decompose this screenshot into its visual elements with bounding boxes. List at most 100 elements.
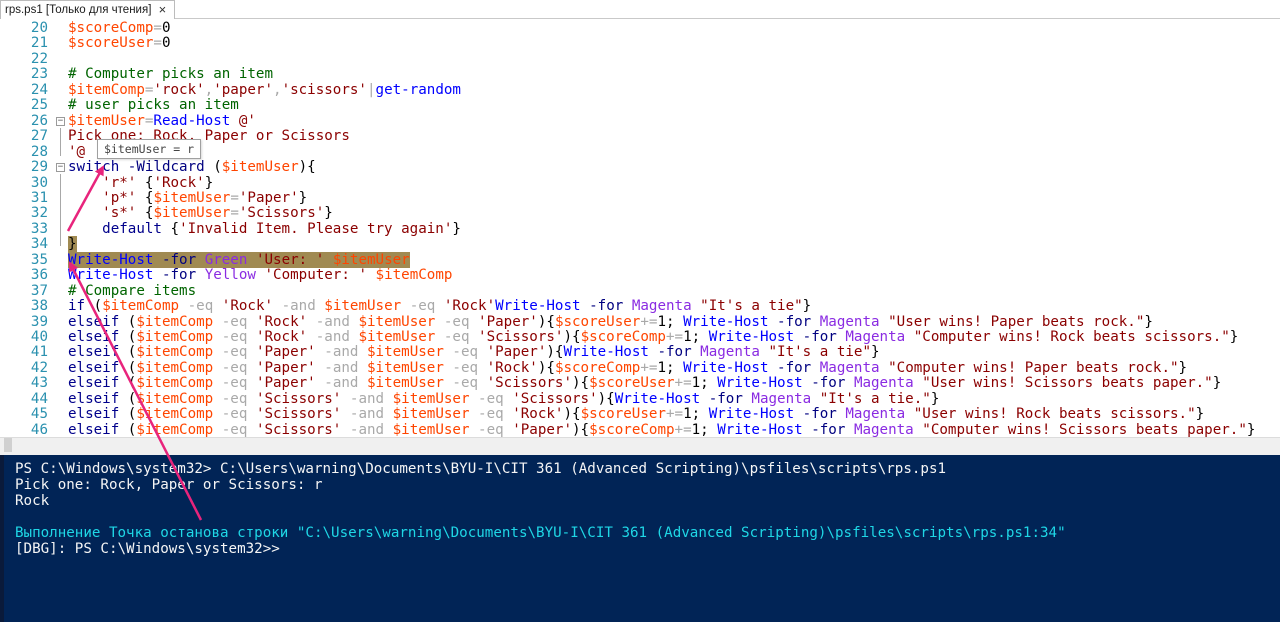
code-text: # Computer picks an item bbox=[68, 67, 273, 83]
code-line[interactable]: 34} bbox=[0, 236, 1280, 253]
code-line[interactable]: 38 if ($itemComp -eq 'Rock' -and $itemUse… bbox=[0, 298, 1280, 315]
code-token: "It's a tie" bbox=[768, 344, 872, 361]
code-token: ){ bbox=[597, 390, 615, 407]
code-token: Write-Host bbox=[683, 313, 769, 330]
code-text: elseif ($itemComp -eq 'Scissors' -and $i… bbox=[68, 390, 939, 408]
code-line[interactable]: 22 bbox=[0, 51, 1280, 68]
code-line[interactable]: 44 elseif ($itemComp -eq 'Scissors' -and … bbox=[0, 390, 1280, 408]
code-token: } bbox=[452, 220, 461, 237]
code-text: 's*' {$itemUser='Scissors'} bbox=[68, 206, 333, 222]
code-text: elseif ($itemComp -eq 'Paper' -and $item… bbox=[68, 359, 1187, 377]
line-number: 21 bbox=[30, 35, 48, 52]
fold-toggle-icon[interactable]: − bbox=[56, 116, 65, 126]
code-token: Write-Host bbox=[68, 267, 154, 284]
code-token: $scoreComp bbox=[68, 20, 154, 36]
code-token: -eq bbox=[452, 375, 479, 392]
code-line[interactable]: 21 $scoreUser=0 bbox=[0, 36, 1280, 52]
code-token: 'Scissors' bbox=[512, 390, 598, 407]
line-number: 33 bbox=[30, 220, 48, 237]
code-text: elseif ($itemComp -eq 'Rock' -and $itemU… bbox=[68, 313, 1153, 331]
code-token: 'Paper' bbox=[255, 359, 316, 376]
code-line[interactable]: 35 Write-Host -for Green 'User: ' $itemUs… bbox=[0, 251, 1280, 269]
splitter-handle[interactable] bbox=[4, 438, 12, 452]
code-token: $itemUser bbox=[367, 375, 444, 392]
code-token: @' bbox=[230, 112, 256, 129]
code-token: -Wildcard bbox=[127, 159, 205, 176]
pane-splitter[interactable] bbox=[0, 437, 1280, 455]
code-token: = bbox=[153, 20, 162, 36]
code-token: elseif bbox=[68, 359, 120, 376]
code-token: $itemComp bbox=[68, 81, 145, 98]
code-token: 'Rock' bbox=[443, 298, 496, 315]
code-token: Write-Host bbox=[717, 375, 803, 392]
code-line[interactable]: 26− $itemUser=Read-Host @' bbox=[0, 112, 1280, 130]
line-number: 23 bbox=[30, 66, 48, 83]
code-line[interactable]: 40 elseif ($itemComp -eq 'Rock' -and $ite… bbox=[0, 329, 1280, 346]
code-line[interactable]: 37 # Compare items bbox=[0, 283, 1280, 300]
code-token: ( bbox=[85, 298, 103, 315]
code-token: -eq bbox=[478, 421, 504, 437]
console-pane[interactable]: PS C:\Windows\system32> C:\Users\warning… bbox=[0, 455, 1280, 622]
code-token: Write-Host bbox=[708, 329, 795, 345]
close-icon[interactable]: × bbox=[156, 3, 168, 16]
code-line[interactable]: 29− switch -Wildcard ($itemUser){ bbox=[0, 159, 1280, 176]
line-number: 39 bbox=[30, 313, 48, 330]
code-line[interactable]: 24 $itemComp='rock','paper','scissors'|ge… bbox=[0, 81, 1280, 99]
code-line[interactable]: 25 # user picks an item bbox=[0, 98, 1280, 114]
code-token: 'paper' bbox=[213, 81, 274, 98]
code-line[interactable]: 36 Write-Host -for Yellow 'Computer: ' $i… bbox=[0, 267, 1280, 284]
code-line[interactable]: 23 # Computer picks an item bbox=[0, 67, 1280, 83]
code-token: 'Paper' bbox=[255, 375, 316, 392]
code-token: 'Scissors' bbox=[255, 390, 342, 407]
code-token: -and bbox=[324, 375, 359, 392]
code-line[interactable]: 30 'r*' {'Rock'} bbox=[0, 175, 1280, 192]
line-number: 46 bbox=[30, 421, 48, 437]
code-line[interactable]: 45 elseif ($itemComp -eq 'Scissors' -and … bbox=[0, 407, 1280, 423]
console-line: Rock bbox=[15, 493, 50, 509]
code-token: -for bbox=[811, 421, 846, 437]
code-token: -eq bbox=[452, 359, 479, 376]
code-token: elseif bbox=[68, 390, 120, 407]
code-token: Write-Host bbox=[495, 298, 581, 315]
code-token: } bbox=[1195, 406, 1205, 423]
code-line[interactable]: 42 elseif ($itemComp -eq 'Paper' -and $it… bbox=[0, 359, 1280, 377]
code-line[interactable]: 31 'p*' {$itemUser='Paper'} bbox=[0, 190, 1280, 207]
script-editor[interactable]: 20 $scoreComp=0 21 $scoreUser=0 22 23 # Comput… bbox=[0, 19, 1280, 437]
code-line[interactable]: 32 's*' {$itemUser='Scissors'} bbox=[0, 206, 1280, 222]
code-token: } bbox=[1229, 329, 1239, 345]
code-token: } bbox=[871, 344, 880, 361]
code-token bbox=[324, 251, 333, 268]
code-token: ){ bbox=[563, 406, 581, 423]
code-token: Write-Host bbox=[614, 390, 701, 407]
code-line[interactable]: 33 default {'Invalid Item. Please try ag… bbox=[0, 220, 1280, 238]
code-line[interactable]: 39 elseif ($itemComp -eq 'Rock' -and $ite… bbox=[0, 313, 1280, 331]
code-line[interactable]: 43 elseif ($itemComp -eq 'Paper' -and $it… bbox=[0, 376, 1280, 392]
code-token: -eq bbox=[409, 298, 436, 315]
tab-rps-ps1[interactable]: rps.ps1 [Только для чтения] × bbox=[0, 0, 176, 19]
code-token: $itemComp bbox=[136, 313, 214, 330]
code-line[interactable]: 41 elseif ($itemComp -eq 'Paper' -and $it… bbox=[0, 345, 1280, 361]
code-token: 1; bbox=[691, 375, 718, 392]
fold-toggle-icon[interactable]: − bbox=[56, 163, 65, 173]
code-text: switch -Wildcard ($itemUser){ bbox=[68, 159, 316, 176]
code-line[interactable]: 46 elseif ($itemComp -eq 'Scissors' -and … bbox=[0, 421, 1280, 437]
code-line[interactable]: 20 $scoreComp=0 bbox=[0, 20, 1280, 37]
code-token bbox=[247, 251, 256, 268]
